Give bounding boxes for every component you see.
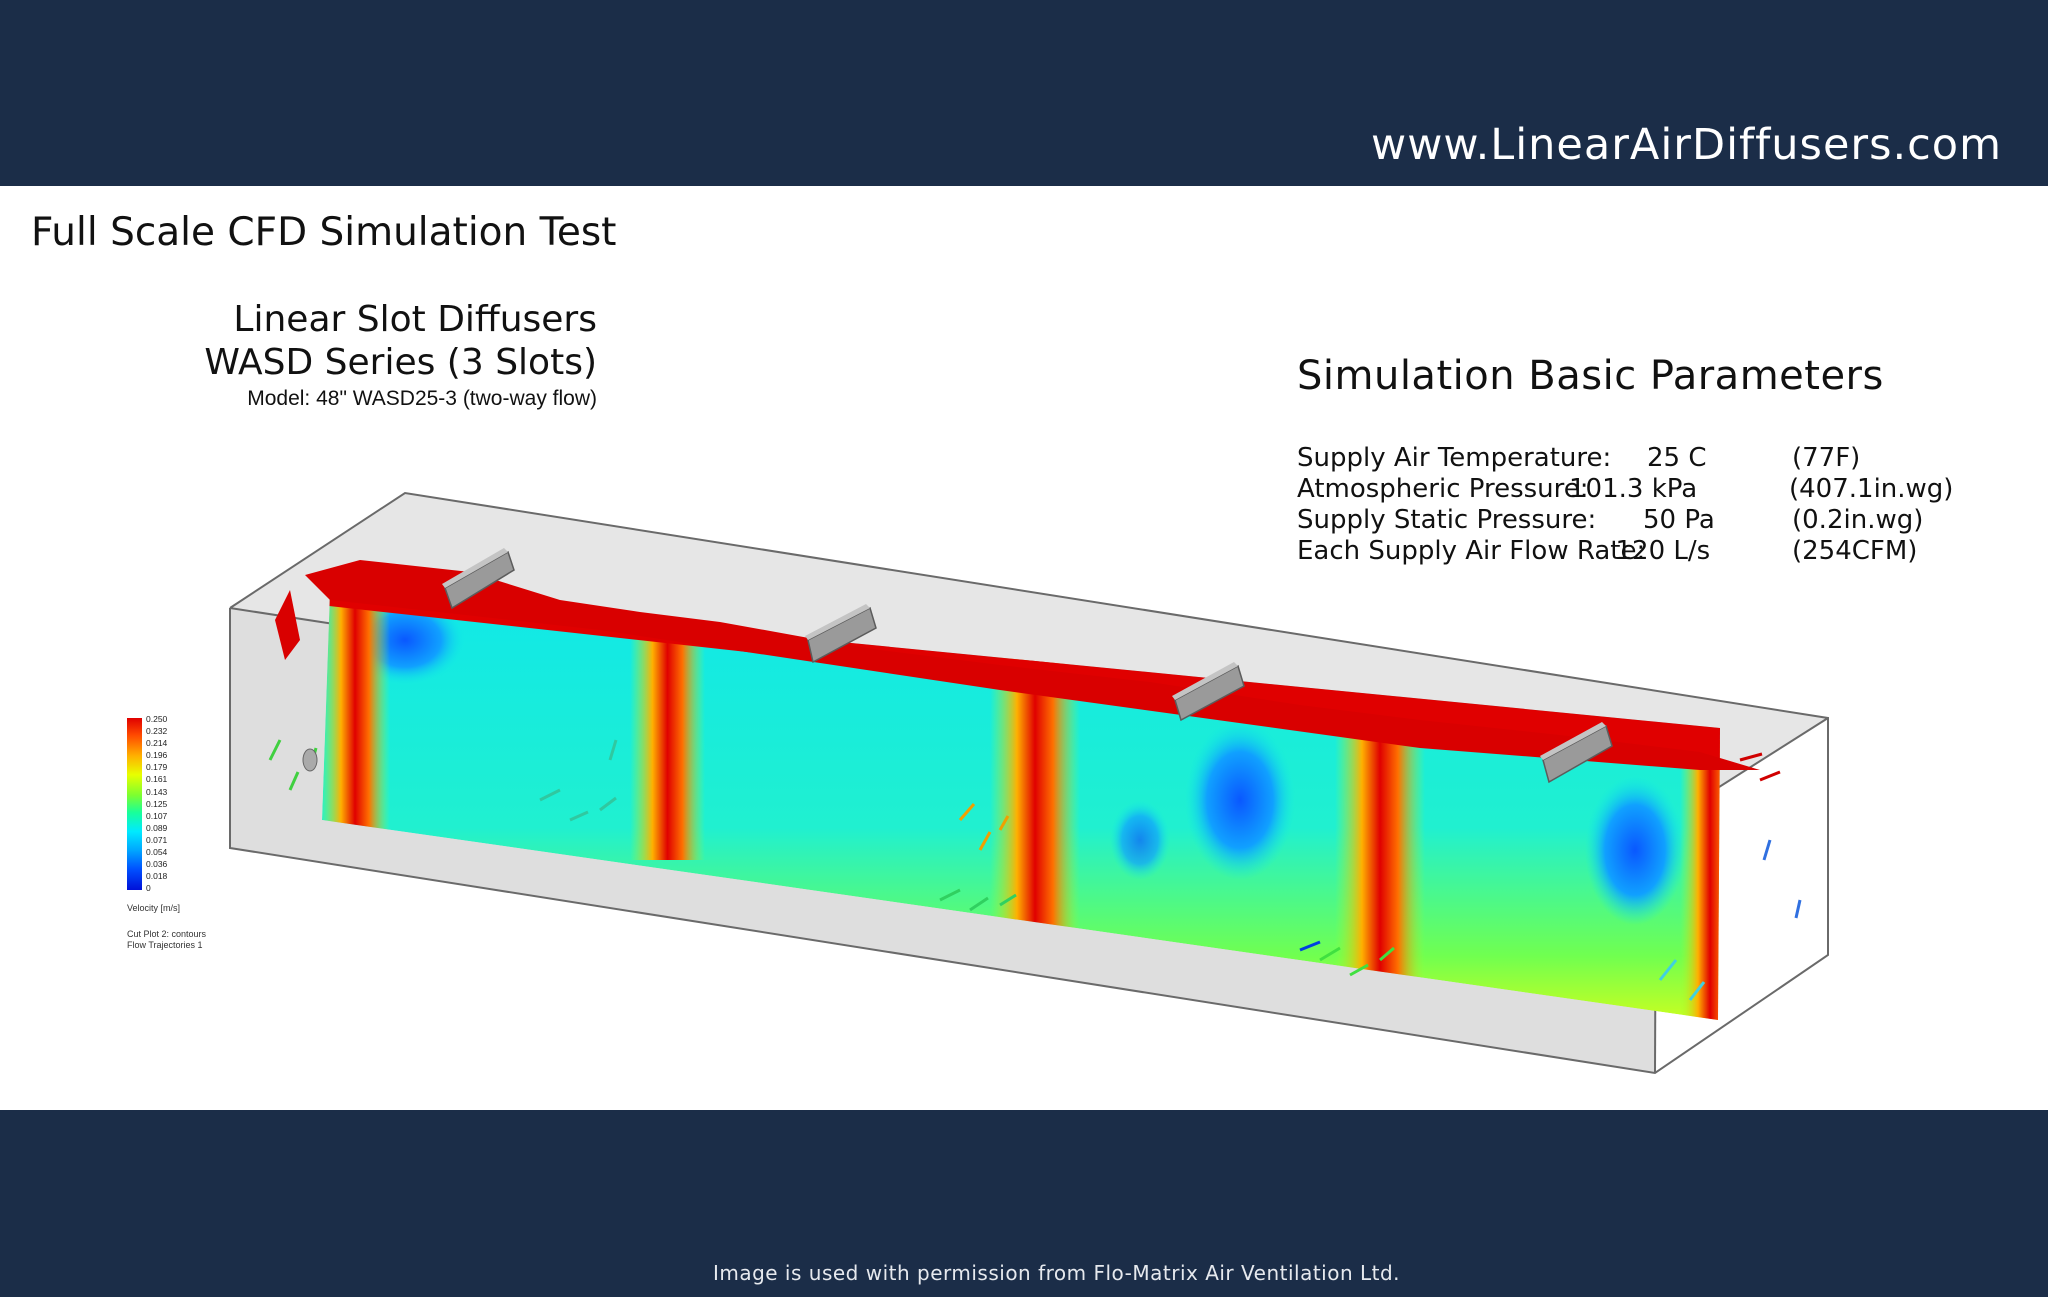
parameter-label: Supply Air Temperature: (1297, 443, 1612, 473)
legend-tick: 0.054 (146, 847, 168, 858)
product-model: Model: 48" WASD25-3 (two-way flow) (247, 387, 597, 410)
legend-unit-label: Velocity [m/s] (127, 903, 181, 913)
legend-color-bar (127, 718, 142, 890)
legend-tick: 0.143 (146, 786, 168, 797)
site-url: www.LinearAirDiffusers.com (1371, 120, 2002, 170)
page-title: Full Scale CFD Simulation Test (31, 210, 617, 255)
footer-note: Image is used with permission from Flo-M… (712, 1261, 1401, 1285)
product-name: Linear Slot Diffusers (233, 299, 597, 340)
product-block: Linear Slot Diffusers WASD Series (3 Slo… (204, 298, 597, 414)
legend-notes: Cut Plot 2: contours Flow Trajectories 1 (127, 929, 206, 951)
cfd-simulation-image (229, 491, 1829, 1075)
legend-tick: 0.071 (146, 834, 168, 845)
legend-tick: 0 (146, 883, 151, 894)
legend-tick: 0.196 (146, 750, 168, 761)
parameters-title: Simulation Basic Parameters (1297, 353, 1884, 399)
product-series: WASD Series (3 Slots) (204, 342, 597, 383)
legend-tick: 0.036 (146, 859, 168, 870)
legend-tick: 0.107 (146, 810, 168, 821)
legend-tick: 0.214 (146, 738, 168, 749)
legend-tick: 0.232 (146, 726, 168, 737)
parameter-imperial: (77F) (1792, 443, 1861, 473)
legend-note: Flow Trajectories 1 (127, 940, 203, 950)
header-band: www.LinearAirDiffusers.com (0, 0, 2048, 186)
legend-tick: 0.018 (146, 871, 168, 882)
legend-tick: 0.161 (146, 774, 168, 785)
legend-tick: 0.125 (146, 798, 168, 809)
legend-note: Cut Plot 2: contours (127, 929, 207, 939)
legend-tick: 0.089 (146, 822, 168, 833)
legend-tick-labels: 0.250 0.232 0.214 0.196 0.179 0.161 0.14… (146, 713, 167, 894)
velocity-legend: 0.250 0.232 0.214 0.196 0.179 0.161 0.14… (127, 713, 247, 953)
legend-tick: 0.250 (146, 714, 168, 724)
legend-tick: 0.179 (146, 762, 168, 773)
parameter-value: 25 C (1647, 443, 1707, 473)
